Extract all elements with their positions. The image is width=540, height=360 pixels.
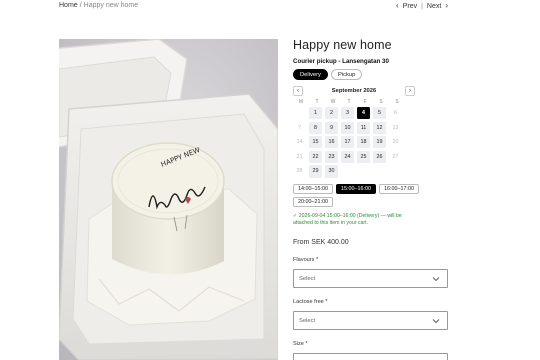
calendar-day[interactable]: 23 bbox=[325, 150, 338, 164]
date-calendar: ‹ September 2026 › MTWTFSS 1 2 3 4 5 6 7 8 9 10 11… bbox=[293, 86, 415, 178]
product-options: Flavours * Select Lactose free * Select Size… bbox=[293, 257, 448, 360]
calendar-day[interactable]: 16 bbox=[325, 136, 338, 149]
next-month-button[interactable]: › bbox=[405, 86, 415, 96]
calendar-day[interactable]: 17 bbox=[341, 136, 354, 149]
time-slot-button[interactable]: 20:00–21:00 bbox=[293, 196, 333, 207]
prev-link[interactable]: Prev bbox=[403, 3, 417, 10]
calendar-day: 20 bbox=[392, 139, 399, 146]
calendar-day[interactable]: 22 bbox=[309, 150, 322, 164]
calendar-day[interactable]: 12 bbox=[373, 121, 386, 134]
product-price: From SEK 400.00 bbox=[293, 238, 349, 246]
chevron-left-icon[interactable]: ‹ bbox=[396, 2, 399, 10]
calendar-day[interactable]: 25 bbox=[357, 150, 370, 164]
calendar-day[interactable]: 2 bbox=[325, 107, 338, 120]
select-value: Select bbox=[299, 317, 316, 324]
weekday-label: W bbox=[330, 99, 336, 105]
delivery-mode-toggle: Delivery Pickup bbox=[293, 69, 448, 80]
next-link[interactable]: Next bbox=[427, 3, 441, 10]
option-select[interactable]: Select bbox=[293, 352, 448, 360]
weekday-label: T bbox=[315, 99, 319, 105]
top-navigation: Home / Happy new home ‹ Prev | Next › bbox=[59, 2, 448, 14]
calendar-day[interactable]: 10 bbox=[341, 121, 354, 134]
calendar-day: 28 bbox=[296, 168, 303, 175]
breadcrumb-current: Happy new home bbox=[83, 2, 139, 9]
breadcrumb-separator: / bbox=[79, 2, 82, 9]
weekday-label: F bbox=[363, 99, 367, 105]
calendar-day[interactable]: 8 bbox=[309, 121, 322, 134]
calendar-day: 21 bbox=[296, 153, 303, 160]
weekday-label: T bbox=[347, 99, 351, 105]
option-label: Lactose free * bbox=[293, 298, 328, 305]
calendar-day[interactable]: 26 bbox=[373, 150, 386, 164]
option-label: Flavours * bbox=[293, 256, 319, 263]
breadcrumb: Home / Happy new home bbox=[59, 2, 138, 9]
calendar-day-selected[interactable]: 4 bbox=[357, 107, 370, 120]
calendar-day: 13 bbox=[392, 124, 399, 131]
weekday-label: M bbox=[298, 99, 304, 105]
calendar-day[interactable]: 1 bbox=[309, 107, 322, 120]
calendar-day: 27 bbox=[392, 153, 399, 160]
option-select[interactable]: Select bbox=[293, 268, 448, 288]
weekday-label: S bbox=[395, 99, 399, 105]
breadcrumb-home-link[interactable]: Home bbox=[59, 2, 78, 9]
option-field: Lactose free * Select bbox=[293, 299, 448, 330]
calendar-day[interactable]: 24 bbox=[341, 150, 354, 164]
option-field: Flavours * Select bbox=[293, 257, 448, 288]
selection-confirmation: ✓ 2026-09-04 15:00–16:00 (Delivery) — wi… bbox=[293, 212, 402, 226]
chevron-right-icon[interactable]: › bbox=[445, 2, 448, 10]
calendar-day bbox=[293, 107, 306, 119]
delivery-button[interactable]: Delivery bbox=[293, 69, 328, 80]
time-slot-button[interactable]: 14:00–15:00 bbox=[293, 183, 333, 194]
pickup-location: Courier pickup - Lansengatan 30 bbox=[293, 58, 389, 65]
select-value: Select bbox=[299, 354, 315, 360]
calendar-day[interactable]: 9 bbox=[325, 121, 338, 134]
calendar-day[interactable]: 11 bbox=[357, 121, 370, 134]
time-slot-list: 14:00–15:00 15:00–16:00 16:00–17:00 20:00–2… bbox=[293, 183, 428, 207]
calendar-day[interactable]: 15 bbox=[309, 136, 322, 149]
calendar-day[interactable]: 19 bbox=[373, 136, 386, 149]
select-value: Select bbox=[299, 275, 316, 282]
chevron-down-icon bbox=[432, 276, 440, 281]
chevron-down-icon bbox=[432, 318, 440, 323]
calendar-day[interactable]: 5 bbox=[373, 107, 386, 120]
option-field: Size * Select bbox=[293, 341, 448, 360]
calendar-month: September 2026 bbox=[331, 88, 377, 94]
pickup-button[interactable]: Pickup bbox=[330, 69, 363, 80]
prev-month-button[interactable]: ‹ bbox=[293, 86, 303, 96]
weekday-label: S bbox=[379, 99, 383, 105]
calendar-day[interactable]: 30 bbox=[325, 165, 338, 178]
product-title: Happy new home bbox=[293, 38, 392, 52]
calendar-day: 6 bbox=[394, 110, 397, 116]
weekday-header: MTWTFSS bbox=[293, 98, 415, 106]
calendar-days: 1 2 3 4 5 6 7 8 9 10 11 12 13 14 15 16 17 18 19 20 21 22 23 24 2… bbox=[293, 107, 415, 178]
time-slot-button[interactable]: 16:00–17:00 bbox=[378, 183, 419, 194]
product-pager: ‹ Prev | Next › bbox=[396, 2, 448, 10]
product-info: Happy new home Courier pickup - Lansenga… bbox=[293, 38, 448, 360]
cake-photo: HAPPY NEW bbox=[59, 39, 278, 360]
option-label: Size * bbox=[293, 340, 308, 347]
pager-divider: | bbox=[421, 2, 423, 10]
calendar-day[interactable]: 3 bbox=[341, 107, 354, 120]
calendar-day: 7 bbox=[298, 124, 301, 131]
calendar-day: 14 bbox=[296, 139, 303, 146]
product-image[interactable]: HAPPY NEW bbox=[59, 39, 278, 360]
calendar-day[interactable]: 29 bbox=[309, 165, 322, 178]
option-select[interactable]: Select bbox=[293, 310, 448, 330]
time-slot-button[interactable]: 15:00–16:00 bbox=[335, 183, 376, 194]
calendar-day[interactable]: 18 bbox=[357, 136, 370, 149]
